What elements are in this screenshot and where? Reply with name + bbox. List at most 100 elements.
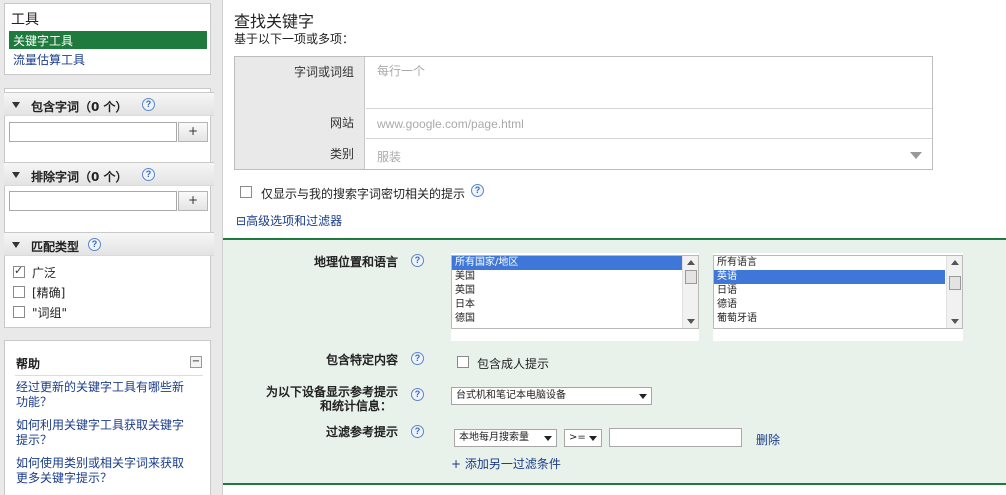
page-subtitle: 基于以下一项或多项：	[234, 32, 355, 46]
search-form: 字词或词组 每行一个 网站 www.google.com/page.html 类…	[234, 56, 933, 170]
language-option[interactable]: 所有语言	[714, 256, 962, 270]
device-label: 为以下设备显示参考提示 和统计信息：	[223, 385, 398, 413]
filter-operator-value: >=	[569, 432, 586, 443]
tool-traffic-estimator[interactable]: 流量估算工具	[13, 51, 85, 68]
help-title: 帮助	[16, 357, 41, 371]
scroll-down-icon[interactable]	[951, 319, 959, 324]
collapse-triangle-icon	[12, 172, 20, 178]
advanced-toggle[interactable]: ⊟高级选项和过滤器	[236, 212, 342, 229]
exclude-add-button[interactable]: +	[178, 191, 208, 211]
match-exact-label: [精确]	[32, 286, 66, 300]
add-filter-link[interactable]: + 添加另一过滤条件	[451, 455, 561, 472]
category-placeholder: 服装	[377, 150, 402, 164]
match-broad-checkbox[interactable]	[13, 264, 25, 278]
collapse-triangle-icon	[12, 242, 20, 248]
language-option[interactable]: 德语	[714, 298, 962, 312]
scroll-thumb[interactable]	[685, 270, 697, 284]
help-icon[interactable]: ?	[142, 98, 155, 111]
language-listbox-frame: 所有语言 英语 日语 德语 葡萄牙语	[713, 253, 963, 341]
language-option[interactable]: 日语	[714, 284, 962, 298]
exclude-words-header[interactable]: 排除字词（0 个） ?	[4, 162, 214, 186]
help-link-get-ideas[interactable]: 如何利用关键字工具获取关键字提示？	[16, 418, 186, 448]
only-related-label: 仅显示与我的搜索字词密切相关的提示	[261, 187, 466, 201]
category-label: 类别	[329, 147, 354, 161]
adult-ideas-label: 包含成人提示	[477, 357, 550, 371]
match-type-header[interactable]: 匹配类型 ?	[4, 232, 214, 256]
exclude-words-title: 排除字词（0 个）	[31, 170, 128, 184]
device-select-value: 台式机和笔记本电脑设备	[456, 390, 566, 401]
match-type-title: 匹配类型	[31, 240, 80, 254]
country-listbox-frame: 所有国家/地区 美国 英国 日本 德国	[451, 253, 699, 341]
chevron-down-icon	[544, 436, 552, 441]
language-option[interactable]: 葡萄牙语	[714, 312, 962, 326]
help-link-new-features[interactable]: 经过更新的关键字工具有哪些新功能？	[16, 380, 186, 410]
words-label: 字词或词组	[293, 65, 354, 79]
device-label-line2: 和统计信息：	[319, 399, 392, 413]
help-collapse-button[interactable]: −	[190, 356, 202, 368]
match-phrase-checkbox[interactable]	[13, 306, 25, 318]
scroll-down-icon[interactable]	[687, 319, 695, 324]
device-label-line1: 为以下设备显示参考提示	[265, 385, 398, 399]
website-label: 网站	[329, 116, 354, 130]
chevron-down-icon	[589, 436, 597, 441]
filter-operator-select[interactable]: >=	[564, 429, 602, 447]
match-broad-label: 广泛	[32, 266, 57, 280]
filter-metric-value: 本地每月搜索量	[459, 432, 529, 443]
language-listbox[interactable]: 所有语言 英语 日语 德语 葡萄牙语	[713, 255, 963, 329]
help-panel: 帮助 − 经过更新的关键字工具有哪些新功能？ 如何利用关键字工具获取关键字提示？…	[4, 340, 211, 495]
only-related-checkbox[interactable]	[240, 186, 252, 198]
page-title: 查找关键字	[234, 12, 315, 31]
include-words-header[interactable]: 包含字词（0 个） ?	[4, 92, 214, 116]
exclude-words-input[interactable]	[9, 191, 177, 211]
advanced-toggle-label: 高级选项和过滤器	[246, 214, 343, 228]
filter-ideas-label: 过滤参考提示	[325, 425, 398, 439]
filter-metric-select[interactable]: 本地每月搜索量	[454, 429, 557, 447]
country-option[interactable]: 所有国家/地区	[452, 256, 682, 270]
help-icon[interactable]: ?	[411, 254, 424, 267]
words-textarea[interactable]: 每行一个	[366, 57, 932, 109]
include-words-input[interactable]	[9, 122, 177, 142]
scroll-up-icon[interactable]	[951, 260, 959, 265]
chevron-down-icon	[910, 152, 922, 159]
advanced-options-panel: 地理位置和语言 ? 所有国家/地区 美国 英国 日本 德国 所有语言 英语 日语	[223, 238, 1006, 485]
country-option[interactable]: 德国	[452, 312, 698, 326]
website-input[interactable]: www.google.com/page.html	[366, 109, 932, 139]
category-select[interactable]: 服装	[366, 140, 932, 169]
scroll-up-icon[interactable]	[687, 260, 695, 265]
country-listbox[interactable]: 所有国家/地区 美国 英国 日本 德国	[451, 255, 699, 329]
language-scrollbar[interactable]	[946, 256, 962, 328]
filters-panel: 包含字词（0 个） ? + 排除字词（0 个） ? + 匹配类型 ? 广泛 [精…	[4, 88, 214, 328]
tool-keyword-label: 关键字工具	[13, 34, 74, 48]
match-exact-checkbox[interactable]	[13, 286, 25, 298]
filter-value-input[interactable]	[609, 428, 742, 447]
language-option[interactable]: 英语	[714, 270, 945, 284]
help-icon[interactable]: ?	[142, 168, 155, 181]
geo-language-label: 地理位置和语言	[313, 255, 398, 269]
filter-delete-link[interactable]: 删除	[756, 431, 780, 448]
match-phrase-label: "词组"	[32, 306, 68, 320]
help-icon[interactable]: ?	[88, 238, 101, 251]
device-select[interactable]: 台式机和笔记本电脑设备	[451, 387, 652, 405]
specific-content-label: 包含特定内容	[325, 353, 398, 367]
country-scrollbar[interactable]	[682, 256, 698, 328]
country-option[interactable]: 日本	[452, 298, 698, 312]
help-icon[interactable]: ?	[411, 388, 424, 401]
include-words-title: 包含字词（0 个）	[31, 100, 128, 114]
tool-keyword[interactable]: 关键字工具	[9, 31, 207, 49]
country-option[interactable]: 英国	[452, 284, 698, 298]
scroll-thumb[interactable]	[949, 276, 961, 290]
help-divider	[15, 375, 203, 376]
help-link-categories[interactable]: 如何使用类别或相关字词来获取更多关键字提示？	[16, 456, 191, 486]
country-option[interactable]: 美国	[452, 270, 698, 284]
tools-panel: 工具 关键字工具 流量估算工具	[4, 3, 211, 75]
tools-title: 工具	[11, 12, 39, 28]
help-icon[interactable]: ?	[411, 352, 424, 365]
collapse-square-icon: ⊟	[236, 214, 247, 228]
include-add-button[interactable]: +	[178, 122, 208, 142]
help-icon[interactable]: ?	[471, 184, 484, 197]
main-panel: 查找关键字 基于以下一项或多项： 字词或词组 每行一个 网站 www.googl…	[222, 0, 1006, 495]
collapse-triangle-icon	[12, 102, 20, 108]
chevron-down-icon	[639, 394, 647, 399]
adult-ideas-checkbox[interactable]	[457, 356, 469, 368]
help-icon[interactable]: ?	[411, 425, 424, 438]
